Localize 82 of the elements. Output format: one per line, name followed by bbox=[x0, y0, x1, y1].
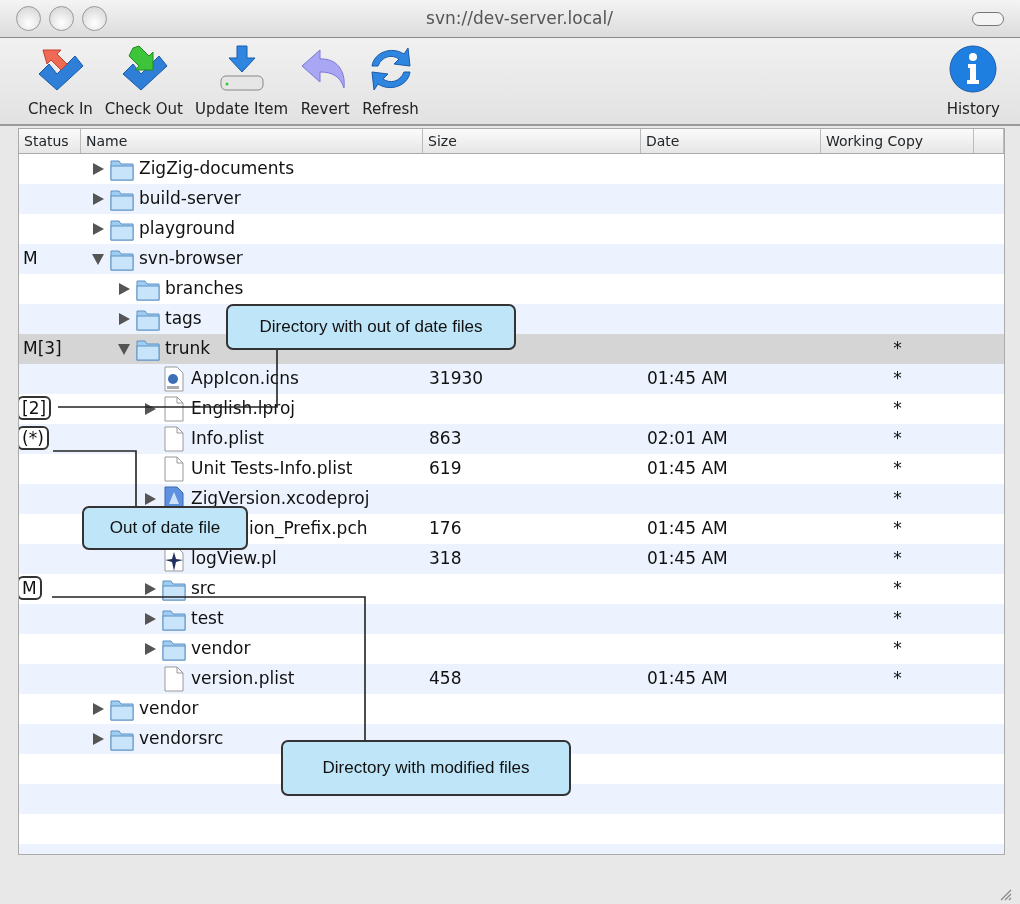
working-copy-status: * bbox=[893, 638, 902, 659]
disclosure-triangle[interactable] bbox=[91, 702, 105, 716]
document-icon bbox=[162, 426, 186, 452]
file-name: logView.pl bbox=[191, 547, 277, 571]
working-copy-status: * bbox=[893, 578, 902, 599]
file-name: svn-browser bbox=[139, 247, 243, 271]
file-size: 458 bbox=[429, 668, 462, 689]
info-icon bbox=[948, 43, 999, 94]
document-icon bbox=[162, 396, 186, 422]
working-copy-status: * bbox=[893, 608, 902, 629]
disclosure-triangle[interactable] bbox=[143, 612, 157, 626]
working-copy-status: * bbox=[893, 488, 902, 509]
file-name: playground bbox=[139, 217, 236, 241]
document-icon bbox=[162, 456, 186, 482]
disclosure-triangle[interactable] bbox=[91, 252, 105, 266]
column-header[interactable]: Date bbox=[641, 129, 821, 153]
file-name: ion_Prefix.pch bbox=[249, 517, 368, 541]
image-document-icon bbox=[162, 366, 186, 392]
toolbar-button[interactable]: Check Out bbox=[100, 43, 187, 120]
column-header[interactable]: Working Copy bbox=[821, 129, 974, 153]
file-size: 31930 bbox=[429, 368, 484, 389]
file-date: 01:45 AM bbox=[647, 368, 728, 389]
toolbar-button[interactable]: Check In bbox=[24, 43, 97, 120]
file-name: trunk bbox=[165, 337, 211, 361]
disclosure-triangle[interactable] bbox=[91, 192, 105, 206]
file-name: build-server bbox=[139, 187, 241, 211]
file-name: vendor bbox=[191, 637, 251, 661]
working-copy-status: * bbox=[893, 458, 902, 479]
callout-tooltip: Out of date file bbox=[82, 506, 248, 550]
file-size: 318 bbox=[429, 548, 462, 569]
status-label: [2] bbox=[19, 396, 52, 421]
status-label: M[3] bbox=[22, 338, 62, 359]
toolbar-button[interactable]: Revert bbox=[296, 43, 355, 120]
file-date: 01:45 AM bbox=[647, 458, 728, 479]
resize-grip-icon bbox=[998, 887, 1012, 901]
file-name: test bbox=[191, 607, 224, 631]
disclosure-triangle[interactable] bbox=[143, 642, 157, 656]
status-label: M bbox=[19, 576, 42, 601]
toolbar-button[interactable]: Update Item bbox=[190, 43, 293, 120]
disclosure-triangle[interactable] bbox=[117, 312, 131, 326]
column-header[interactable]: Status bbox=[19, 129, 81, 153]
file-date: 01:45 AM bbox=[647, 668, 728, 689]
callout-tooltip: Directory with out of date files bbox=[226, 304, 516, 350]
disclosure-triangle[interactable] bbox=[117, 282, 131, 296]
working-copy-status: * bbox=[893, 338, 902, 359]
file-name: version.plist bbox=[191, 667, 295, 691]
file-name: src bbox=[191, 577, 216, 601]
disclosure-triangle[interactable] bbox=[91, 222, 105, 236]
toolbar-button[interactable]: Refresh bbox=[358, 43, 423, 120]
column-header[interactable]: Size bbox=[423, 129, 641, 153]
file-size: 863 bbox=[429, 428, 462, 449]
document-icon bbox=[162, 666, 186, 692]
toolbar-button[interactable]: History bbox=[942, 43, 1004, 120]
file-name: vendor bbox=[139, 697, 199, 721]
status-label: (*) bbox=[19, 426, 49, 451]
disclosure-triangle[interactable] bbox=[91, 162, 105, 176]
file-date: 01:45 AM bbox=[647, 548, 728, 569]
file-date: 01:45 AM bbox=[647, 518, 728, 539]
disclosure-triangle[interactable] bbox=[143, 402, 157, 416]
working-copy-status: * bbox=[893, 368, 902, 389]
window-title: svn://dev-server.local/ bbox=[425, 6, 614, 30]
disclosure-triangle[interactable] bbox=[143, 582, 157, 596]
file-date: 02:01 AM bbox=[647, 428, 728, 449]
working-copy-status: * bbox=[893, 518, 902, 539]
working-copy-status: * bbox=[893, 668, 902, 689]
working-copy-status: * bbox=[893, 548, 902, 569]
callout-tooltip: Directory with modified files bbox=[281, 740, 571, 796]
file-name: vendorsrc bbox=[139, 727, 224, 751]
toolbar-toggle-button[interactable] bbox=[972, 11, 1004, 26]
file-name: Unit Tests-Info.plist bbox=[191, 457, 353, 481]
working-copy-status: * bbox=[893, 398, 902, 419]
disclosure-triangle[interactable] bbox=[143, 492, 157, 506]
file-name: Info.plist bbox=[191, 427, 265, 451]
file-name: tags bbox=[165, 307, 202, 331]
file-size: 619 bbox=[429, 458, 462, 479]
file-name: branches bbox=[165, 277, 244, 301]
file-size: 176 bbox=[429, 518, 462, 539]
status-label: M bbox=[22, 248, 38, 269]
disclosure-triangle[interactable] bbox=[91, 732, 105, 746]
file-name: ZigZig-documents bbox=[139, 157, 295, 181]
working-copy-status: * bbox=[893, 428, 902, 449]
column-header[interactable]: Name bbox=[81, 129, 423, 153]
